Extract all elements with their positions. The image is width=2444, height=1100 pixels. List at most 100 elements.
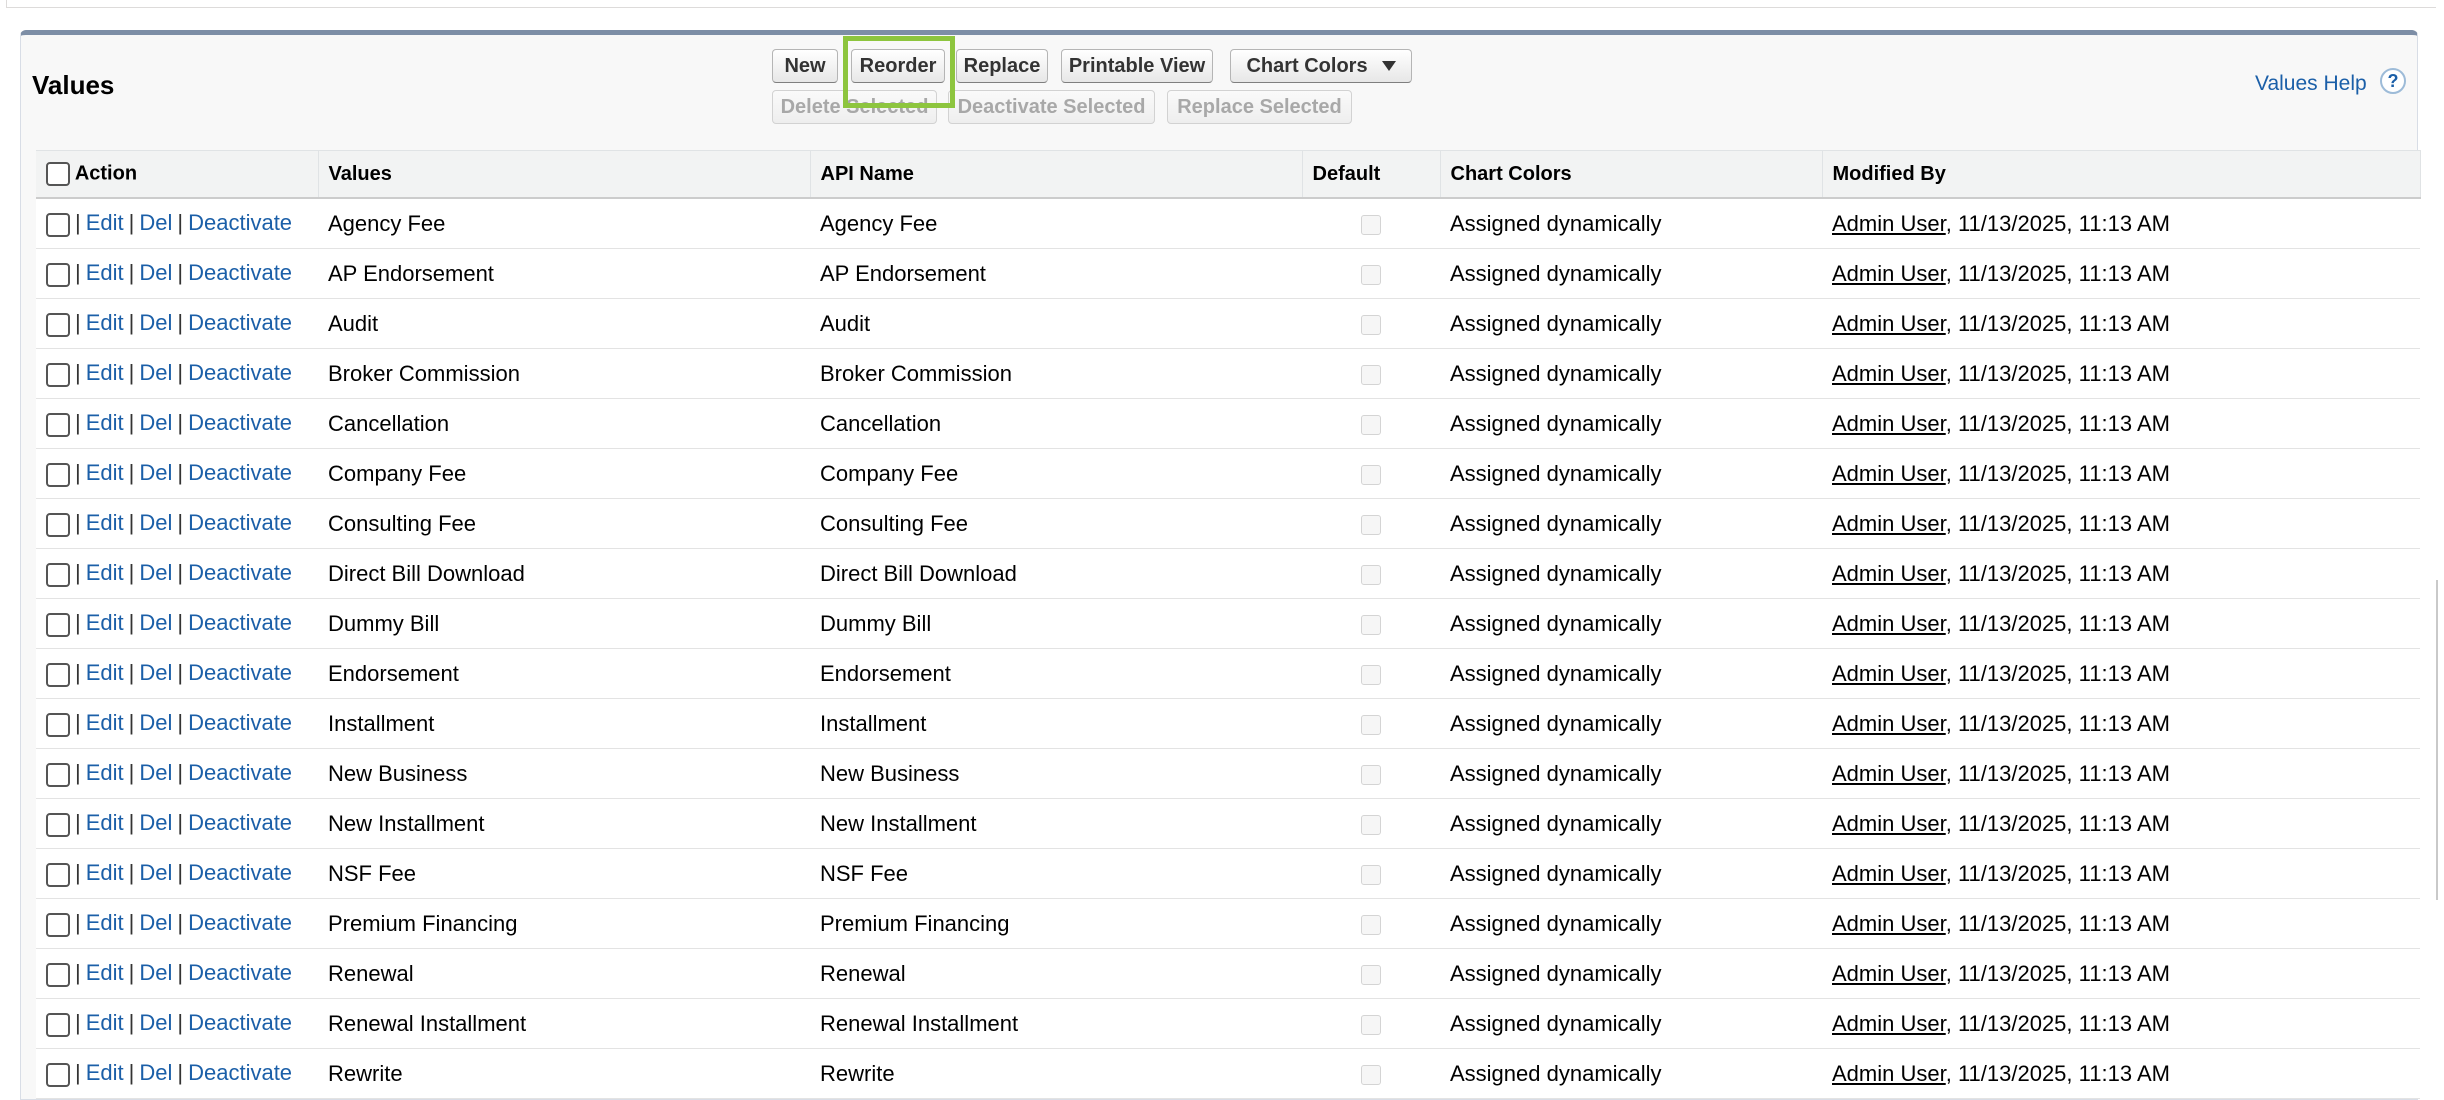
- row-checkbox[interactable]: [46, 462, 70, 487]
- del-link[interactable]: Del: [139, 510, 172, 535]
- del-link[interactable]: Del: [139, 610, 172, 635]
- del-link[interactable]: Del: [139, 360, 172, 385]
- row-checkbox[interactable]: [46, 862, 70, 887]
- del-link[interactable]: Del: [139, 410, 172, 435]
- deactivate-selected-button[interactable]: Deactivate Selected: [948, 90, 1155, 124]
- user-link[interactable]: Admin User: [1832, 461, 1946, 486]
- user-link[interactable]: Admin User: [1832, 961, 1946, 986]
- edit-link[interactable]: Edit: [86, 360, 124, 385]
- deactivate-link[interactable]: Deactivate: [188, 1010, 292, 1035]
- edit-link[interactable]: Edit: [86, 1010, 124, 1035]
- row-checkbox[interactable]: [46, 262, 70, 287]
- del-link[interactable]: Del: [139, 810, 172, 835]
- deactivate-link[interactable]: Deactivate: [188, 710, 292, 735]
- deactivate-link[interactable]: Deactivate: [188, 910, 292, 935]
- deactivate-link[interactable]: Deactivate: [188, 1060, 292, 1085]
- replace-selected-button[interactable]: Replace Selected: [1167, 90, 1352, 124]
- del-link[interactable]: Del: [139, 760, 172, 785]
- deactivate-link[interactable]: Deactivate: [188, 510, 292, 535]
- row-checkbox[interactable]: [46, 612, 70, 637]
- user-link[interactable]: Admin User: [1832, 811, 1946, 836]
- del-link[interactable]: Del: [139, 210, 172, 235]
- del-link[interactable]: Del: [139, 960, 172, 985]
- user-link[interactable]: Admin User: [1832, 211, 1946, 236]
- edit-link[interactable]: Edit: [86, 510, 124, 535]
- help-icon[interactable]: ?: [2380, 68, 2406, 94]
- edit-link[interactable]: Edit: [86, 260, 124, 285]
- edit-link[interactable]: Edit: [86, 760, 124, 785]
- edit-link[interactable]: Edit: [86, 560, 124, 585]
- deactivate-link[interactable]: Deactivate: [188, 860, 292, 885]
- row-checkbox[interactable]: [46, 762, 70, 787]
- del-link[interactable]: Del: [139, 560, 172, 585]
- deactivate-link[interactable]: Deactivate: [188, 310, 292, 335]
- user-link[interactable]: Admin User: [1832, 861, 1946, 886]
- deactivate-link[interactable]: Deactivate: [188, 410, 292, 435]
- edit-link[interactable]: Edit: [86, 210, 124, 235]
- row-checkbox[interactable]: [46, 512, 70, 537]
- deactivate-link[interactable]: Deactivate: [188, 660, 292, 685]
- del-link[interactable]: Del: [139, 1010, 172, 1035]
- deactivate-link[interactable]: Deactivate: [188, 210, 292, 235]
- deactivate-link[interactable]: Deactivate: [188, 560, 292, 585]
- del-link[interactable]: Del: [139, 310, 172, 335]
- user-link[interactable]: Admin User: [1832, 611, 1946, 636]
- row-checkbox[interactable]: [46, 1062, 70, 1087]
- user-link[interactable]: Admin User: [1832, 711, 1946, 736]
- printable-view-button[interactable]: Printable View: [1061, 49, 1213, 83]
- deactivate-link[interactable]: Deactivate: [188, 460, 292, 485]
- del-link[interactable]: Del: [139, 460, 172, 485]
- row-checkbox[interactable]: [46, 362, 70, 387]
- del-link[interactable]: Del: [139, 710, 172, 735]
- user-link[interactable]: Admin User: [1832, 411, 1946, 436]
- edit-link[interactable]: Edit: [86, 1060, 124, 1085]
- edit-link[interactable]: Edit: [86, 860, 124, 885]
- row-checkbox[interactable]: [46, 562, 70, 587]
- edit-link[interactable]: Edit: [86, 810, 124, 835]
- user-link[interactable]: Admin User: [1832, 511, 1946, 536]
- user-link[interactable]: Admin User: [1832, 911, 1946, 936]
- row-checkbox[interactable]: [46, 1012, 70, 1037]
- deactivate-link[interactable]: Deactivate: [188, 960, 292, 985]
- del-link[interactable]: Del: [139, 1060, 172, 1085]
- row-checkbox[interactable]: [46, 962, 70, 987]
- del-link[interactable]: Del: [139, 260, 172, 285]
- row-checkbox[interactable]: [46, 412, 70, 437]
- edit-link[interactable]: Edit: [86, 710, 124, 735]
- edit-link[interactable]: Edit: [86, 460, 124, 485]
- row-checkbox[interactable]: [46, 662, 70, 687]
- row-checkbox[interactable]: [46, 912, 70, 937]
- user-link[interactable]: Admin User: [1832, 361, 1946, 386]
- edit-link[interactable]: Edit: [86, 660, 124, 685]
- edit-link[interactable]: Edit: [86, 960, 124, 985]
- edit-link[interactable]: Edit: [86, 310, 124, 335]
- row-checkbox[interactable]: [46, 312, 70, 337]
- deactivate-link[interactable]: Deactivate: [188, 760, 292, 785]
- row-checkbox[interactable]: [46, 212, 70, 237]
- del-link[interactable]: Del: [139, 910, 172, 935]
- user-link[interactable]: Admin User: [1832, 1061, 1946, 1086]
- row-checkbox[interactable]: [46, 712, 70, 737]
- deactivate-link[interactable]: Deactivate: [188, 260, 292, 285]
- user-link[interactable]: Admin User: [1832, 261, 1946, 286]
- user-link[interactable]: Admin User: [1832, 661, 1946, 686]
- deactivate-link[interactable]: Deactivate: [188, 610, 292, 635]
- replace-button[interactable]: Replace: [956, 49, 1048, 83]
- select-all-checkbox[interactable]: [46, 162, 70, 186]
- edit-link[interactable]: Edit: [86, 910, 124, 935]
- deactivate-link[interactable]: Deactivate: [188, 360, 292, 385]
- values-help-link[interactable]: Values Help: [2255, 72, 2367, 96]
- del-link[interactable]: Del: [139, 860, 172, 885]
- chart-colors-dropdown[interactable]: Chart Colors: [1230, 49, 1412, 83]
- edit-link[interactable]: Edit: [86, 610, 124, 635]
- user-link[interactable]: Admin User: [1832, 311, 1946, 336]
- del-link[interactable]: Del: [139, 660, 172, 685]
- scrollbar[interactable]: [2436, 580, 2444, 900]
- user-link[interactable]: Admin User: [1832, 561, 1946, 586]
- deactivate-link[interactable]: Deactivate: [188, 810, 292, 835]
- user-link[interactable]: Admin User: [1832, 1011, 1946, 1036]
- new-button[interactable]: New: [772, 49, 838, 83]
- row-checkbox[interactable]: [46, 812, 70, 837]
- user-link[interactable]: Admin User: [1832, 761, 1946, 786]
- edit-link[interactable]: Edit: [86, 410, 124, 435]
